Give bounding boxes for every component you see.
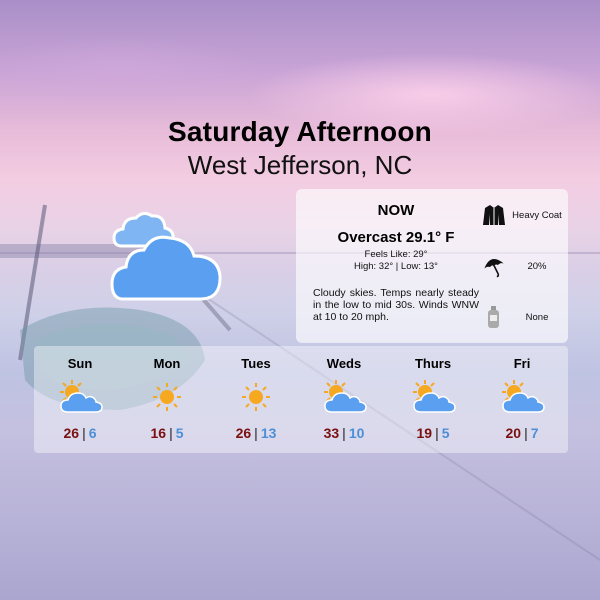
forecast-day: Mon 16 | 5 [125, 346, 209, 453]
day-name: Mon [153, 356, 181, 371]
high-temp: 33 [323, 425, 340, 441]
forecast-day: Tues 26 | 13 [214, 346, 298, 453]
header: Saturday Afternoon West Jefferson, NC [0, 116, 600, 181]
forecast-day: Weds 33 | 10 [302, 346, 386, 453]
low-temp: 10 [348, 425, 365, 441]
current-condition: Overcast 29.1° F [337, 229, 455, 246]
advice-umbrella-label: 20% [527, 261, 547, 272]
page-title: Saturday Afternoon [168, 116, 432, 147]
low-temp: 7 [530, 425, 539, 441]
umbrella-icon [484, 259, 504, 278]
forecast-day: Thurs 19 | 5 [391, 346, 475, 453]
current-conditions-panel: NOW Overcast 29.1° F Feels Like: 29° Hig… [296, 189, 568, 343]
partly-cloudy-icon [324, 380, 367, 413]
low-temp: 13 [260, 425, 277, 441]
partly-cloudy-icon [60, 380, 103, 413]
day-temps: 16 | 5 [150, 425, 184, 441]
low-temp: 5 [441, 425, 450, 441]
day-temps: 26 | 6 [63, 425, 97, 441]
high-temp: 19 [416, 425, 433, 441]
sun-icon [153, 383, 181, 411]
day-temps: 20 | 7 [505, 425, 539, 441]
advice-umbrella: 20% [482, 254, 568, 278]
day-name: Thurs [414, 356, 452, 371]
high-temp: 26 [235, 425, 252, 441]
day-temps: 26 | 13 [235, 425, 277, 441]
advice-coat-label: Heavy Coat [512, 210, 562, 221]
feels-like: Feels Like: 29° [364, 249, 428, 260]
forecast-day: Fri 20 | 7 [480, 346, 564, 453]
day-temps: 33 | 10 [323, 425, 365, 441]
day-name: Sun [67, 356, 93, 371]
partly-cloudy-icon [413, 380, 456, 413]
overcast-cloud-icon [110, 211, 222, 301]
day-name: Tues [241, 356, 271, 371]
partly-cloudy-icon [502, 380, 545, 413]
advice-coat: Heavy Coat [482, 203, 568, 227]
day-name: Fri [513, 356, 531, 371]
high-temp: 26 [63, 425, 80, 441]
high-temp: 16 [150, 425, 167, 441]
day-name: Weds [326, 356, 362, 371]
forecast-day: Sun 26 | 6 [38, 346, 122, 453]
low-temp: 6 [88, 425, 97, 441]
forecast-panel: Sun 26 | 6 Mon 16 | 5 Tues 26 | 13 Weds 33 | 10 [34, 346, 568, 453]
sunscreen-icon [488, 306, 499, 328]
jacket-icon [483, 205, 505, 225]
low-temp: 5 [175, 425, 184, 441]
advice-sunscreen-label: None [525, 312, 549, 323]
forecast-description: Cloudy skies. Temps nearly steady in the… [313, 287, 479, 323]
advice-sunscreen: None [482, 305, 568, 329]
high-temp: 20 [505, 425, 522, 441]
now-label: NOW [377, 202, 415, 219]
location-label: West Jefferson, NC [187, 150, 413, 180]
day-temps: 19 | 5 [416, 425, 450, 441]
high-low: High: 32° | Low: 13° [353, 261, 438, 272]
sun-icon [242, 383, 270, 411]
